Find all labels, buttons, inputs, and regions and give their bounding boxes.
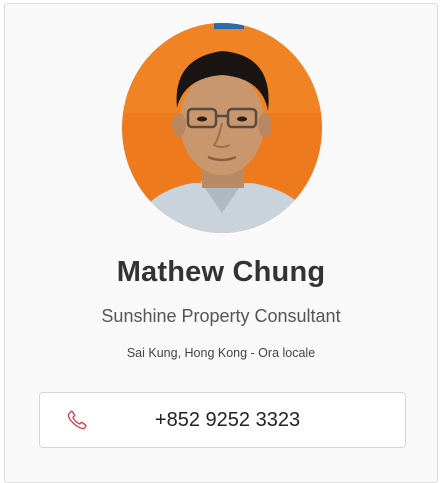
avatar bbox=[122, 23, 322, 233]
profile-card: Mathew Chung Sunshine Property Consultan… bbox=[4, 3, 438, 483]
phone-button[interactable]: +852 9252 3323 bbox=[39, 392, 406, 448]
profile-name: Mathew Chung bbox=[116, 256, 326, 288]
profile-location: Sai Kung, Hong Kong - Ora locale bbox=[126, 346, 316, 360]
profile-title: Sunshine Property Consultant bbox=[101, 306, 341, 326]
phone-number[interactable]: +852 9252 3323 bbox=[40, 393, 405, 447]
avatar-photo bbox=[122, 23, 322, 233]
